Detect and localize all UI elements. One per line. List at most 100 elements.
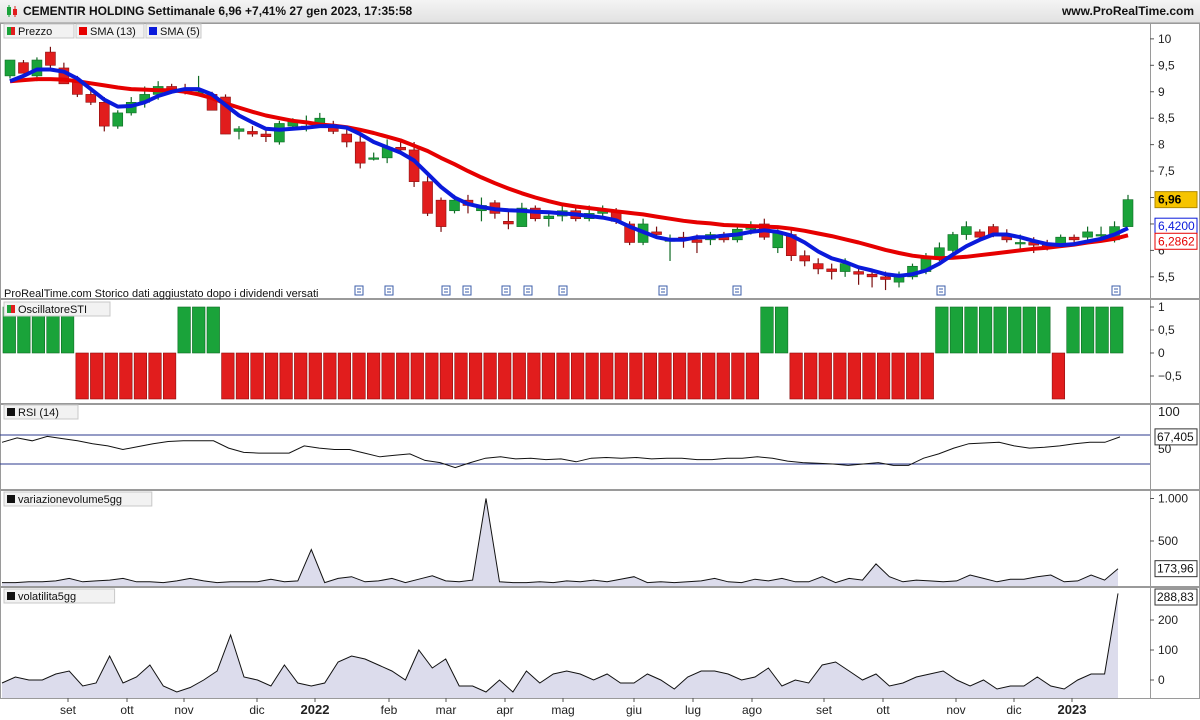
candle-body — [368, 157, 379, 160]
oscillator-bar — [279, 352, 293, 400]
oscillator-bar — [847, 352, 862, 400]
legend-swatch — [7, 495, 15, 503]
candle-body — [422, 181, 433, 214]
oscillator-bar — [119, 352, 133, 400]
legend-label: variazionevolume5gg — [18, 494, 122, 506]
legend-label: volatilita5gg — [18, 591, 76, 603]
oscillator-bar — [760, 306, 774, 354]
legend-swatch — [7, 592, 15, 600]
oscillator-bar — [672, 352, 687, 400]
x-tick-label: lug — [685, 703, 701, 717]
x-tick-label: 2022 — [301, 702, 330, 717]
oscillator-bar — [177, 306, 191, 354]
legend-label: OscillatoreSTI — [18, 304, 87, 316]
x-tick-label: apr — [496, 703, 513, 717]
panel-frame — [0, 23, 1200, 299]
oscillator-bar — [410, 352, 424, 400]
candle-body — [112, 112, 124, 127]
y-tick-label: 200 — [1158, 613, 1178, 627]
candle-body — [18, 62, 29, 74]
candle-body — [99, 102, 110, 127]
dividend-icon — [501, 285, 511, 296]
sma13-line — [9, 77, 1129, 261]
candle-body — [85, 94, 97, 103]
candle-body — [274, 123, 285, 143]
oscillator-bar — [337, 352, 352, 400]
oscillator-bar — [876, 352, 891, 400]
y-tick-label: 5,5 — [1158, 270, 1175, 284]
oscillator-bar — [104, 352, 118, 400]
oscillator-bar — [75, 352, 89, 400]
oscillator-bar — [818, 352, 832, 400]
oscillator-bar — [614, 352, 628, 400]
oscillator-bar — [1022, 306, 1036, 354]
candle-body — [1122, 199, 1134, 227]
oscillator-bar — [585, 352, 599, 400]
oscillator-bar — [833, 352, 847, 400]
chart-area[interactable]: 109,598,587,576,565,5PrezzoSMA (13)SMA (… — [0, 0, 1200, 720]
candle-body — [1082, 231, 1093, 238]
y-tick-label: 0 — [1158, 346, 1165, 360]
oscillator-bar — [439, 352, 454, 400]
oscillator-bar — [294, 352, 308, 400]
x-tick-label: ott — [120, 703, 134, 717]
oscillator-bar — [935, 306, 949, 354]
x-tick-label: mag — [551, 703, 574, 717]
oscillator-bar — [541, 352, 556, 400]
dividend-icon — [558, 285, 568, 296]
y-tick-label: 8,5 — [1158, 111, 1175, 125]
dividend-icon — [1111, 285, 1121, 296]
y-tick-label: −0,5 — [1158, 369, 1182, 383]
oscillator-bar — [498, 352, 512, 400]
dividend-icon — [354, 285, 364, 296]
candle-body — [503, 221, 514, 225]
value-tag-text: 288,83 — [1157, 590, 1194, 604]
y-tick-label: 1.000 — [1158, 491, 1188, 505]
oscillator-bar — [148, 352, 162, 400]
legend-swatch — [11, 305, 15, 313]
oscillator-bar — [235, 352, 250, 400]
area-line — [2, 498, 1119, 584]
oscillator-bar — [978, 306, 993, 354]
legend-swatch — [149, 27, 157, 35]
oscillator-bar — [862, 352, 876, 400]
area-fill — [2, 498, 1118, 586]
oscillator-bar — [512, 352, 526, 400]
y-tick-label: 9 — [1158, 85, 1165, 99]
oscillator-bar — [483, 352, 497, 400]
oscillator-bar — [250, 352, 264, 400]
oscillator-bar — [308, 352, 322, 400]
y-tick-label: 8 — [1158, 138, 1165, 152]
dividend-icon — [732, 285, 742, 296]
y-tick-label: 1 — [1158, 300, 1165, 314]
candle-body — [691, 239, 703, 243]
candle-body — [543, 215, 555, 219]
candle-body — [435, 199, 447, 227]
area-fill — [2, 593, 1118, 698]
oscillator-bar — [920, 352, 934, 400]
oscillator-bar — [658, 352, 672, 400]
price-note: ProRealTime.com Storico dati aggiustato … — [4, 288, 318, 300]
x-tick-label: dic — [1006, 703, 1021, 717]
y-tick-label: 100 — [1158, 643, 1178, 657]
candle-body — [449, 199, 460, 212]
y-tick-label: 500 — [1158, 534, 1178, 548]
dividend-icon — [658, 285, 668, 296]
oscillator-bar — [1051, 352, 1066, 400]
x-tick-label: giu — [626, 703, 642, 717]
x-tick-label: ago — [742, 703, 762, 717]
legend-swatch — [7, 305, 11, 313]
y-tick-label: 9,5 — [1158, 58, 1175, 72]
oscillator-bar — [162, 352, 177, 400]
oscillator-bar — [396, 352, 410, 400]
legend-label: Prezzo — [18, 26, 52, 38]
oscillator-bar — [789, 352, 803, 400]
panel-frame — [0, 490, 1200, 587]
oscillator-bar — [206, 306, 220, 354]
oscillator-bar — [687, 352, 701, 400]
oscillator-bar — [264, 352, 279, 400]
candle-body — [354, 141, 366, 164]
oscillator-bar — [745, 352, 760, 400]
candle-body — [812, 263, 824, 270]
legend-swatch — [7, 408, 15, 416]
